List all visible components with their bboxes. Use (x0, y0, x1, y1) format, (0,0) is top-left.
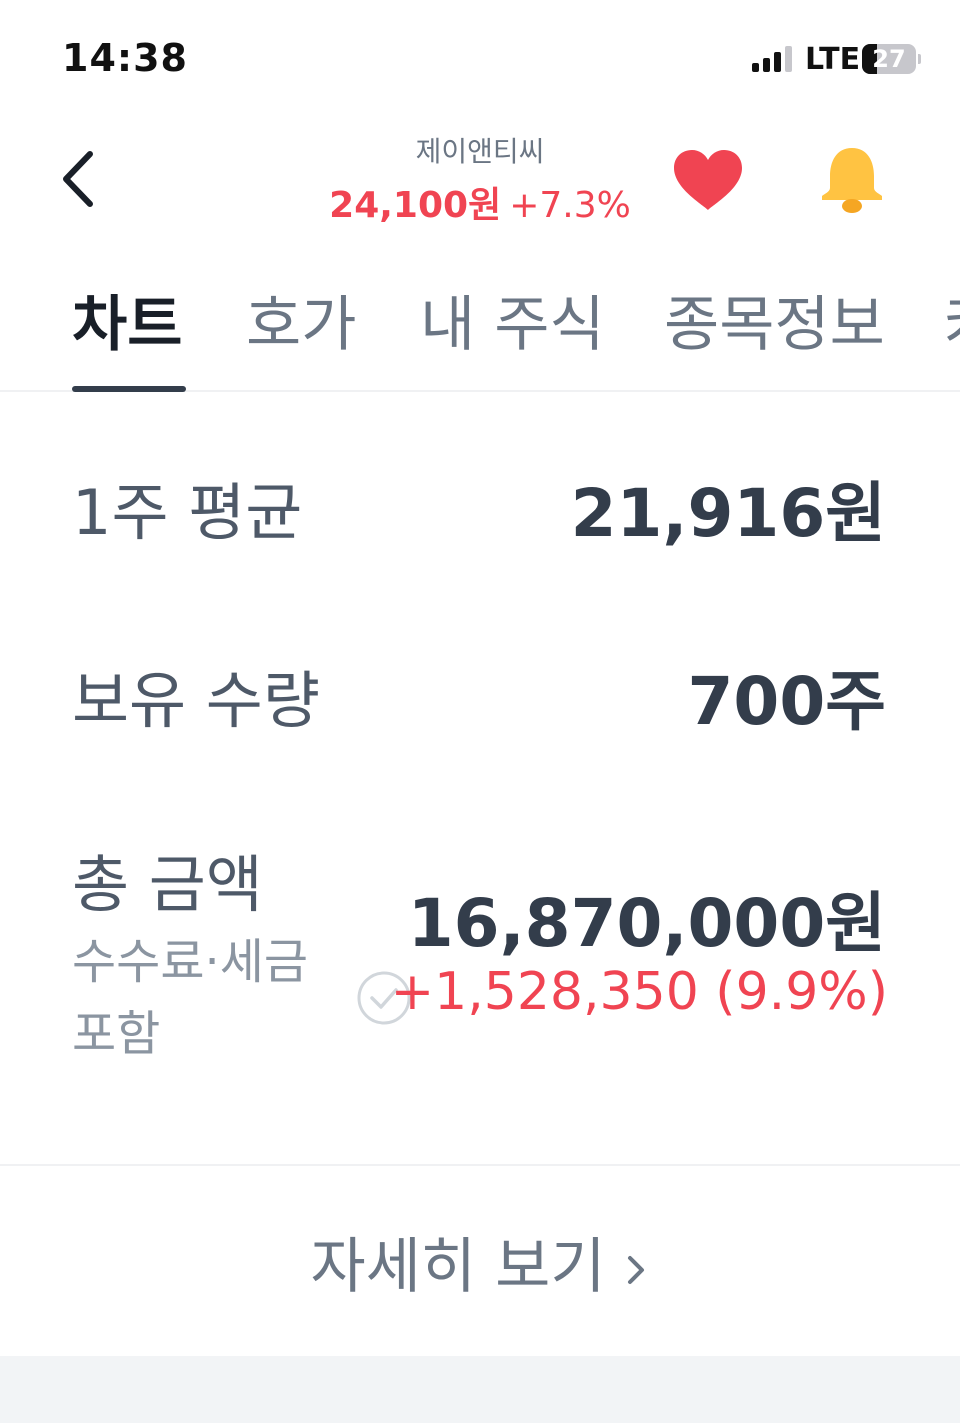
tab-bar: 차트 호가 내 주식 종목정보 커 (0, 270, 960, 392)
status-bar: 14:38 LTE 27 (0, 0, 960, 110)
see-details-label: 자세히 보기 (310, 1232, 606, 1302)
tab-community[interactable]: 커 (944, 276, 960, 363)
fee-included-label: 수수료·세금 포함 (72, 934, 309, 1062)
avg-price-label: 1주 평균 (72, 476, 303, 549)
signal-icon (752, 46, 792, 72)
stock-name: 제이앤티씨 (415, 135, 545, 168)
see-details-button[interactable]: 자세히 보기 (280, 1218, 680, 1302)
heart-icon[interactable] (672, 148, 744, 214)
tab-chart[interactable]: 차트 (72, 276, 182, 363)
tab-indicator (72, 386, 186, 392)
quantity-value: 700주 (687, 663, 887, 740)
network-type: LTE (805, 42, 861, 77)
bottom-section-bg (0, 1356, 960, 1423)
quantity-label: 보유 수량 (72, 664, 320, 737)
total-amount-value: 16,870,000원 (407, 885, 886, 962)
tab-stock-info[interactable]: 종목정보 (664, 276, 885, 363)
chevron-right-icon (627, 1256, 644, 1285)
stock-holding-screen: 14:38 LTE 27 제이앤티씨 24,100원 +7.3% 차트 호가 내… (0, 0, 960, 1423)
profit-value: +1,528,350 (9.9%) (390, 962, 888, 1022)
battery-icon: 27 (862, 44, 922, 76)
total-amount-label: 총 금액 (72, 848, 263, 921)
avg-price-value: 21,916원 (570, 475, 886, 552)
bell-icon[interactable] (816, 144, 888, 216)
battery-level: 27 (872, 45, 906, 73)
status-time: 14:38 (62, 36, 188, 80)
tab-order-book[interactable]: 호가 (246, 276, 356, 363)
stock-change: +7.3% (509, 185, 631, 226)
back-button[interactable] (56, 146, 106, 212)
stock-price-row: 24,100원 +7.3% (300, 176, 660, 228)
stock-price: 24,100원 (329, 185, 502, 226)
tab-my-stock[interactable]: 내 주식 (420, 276, 605, 363)
divider (0, 1164, 960, 1166)
